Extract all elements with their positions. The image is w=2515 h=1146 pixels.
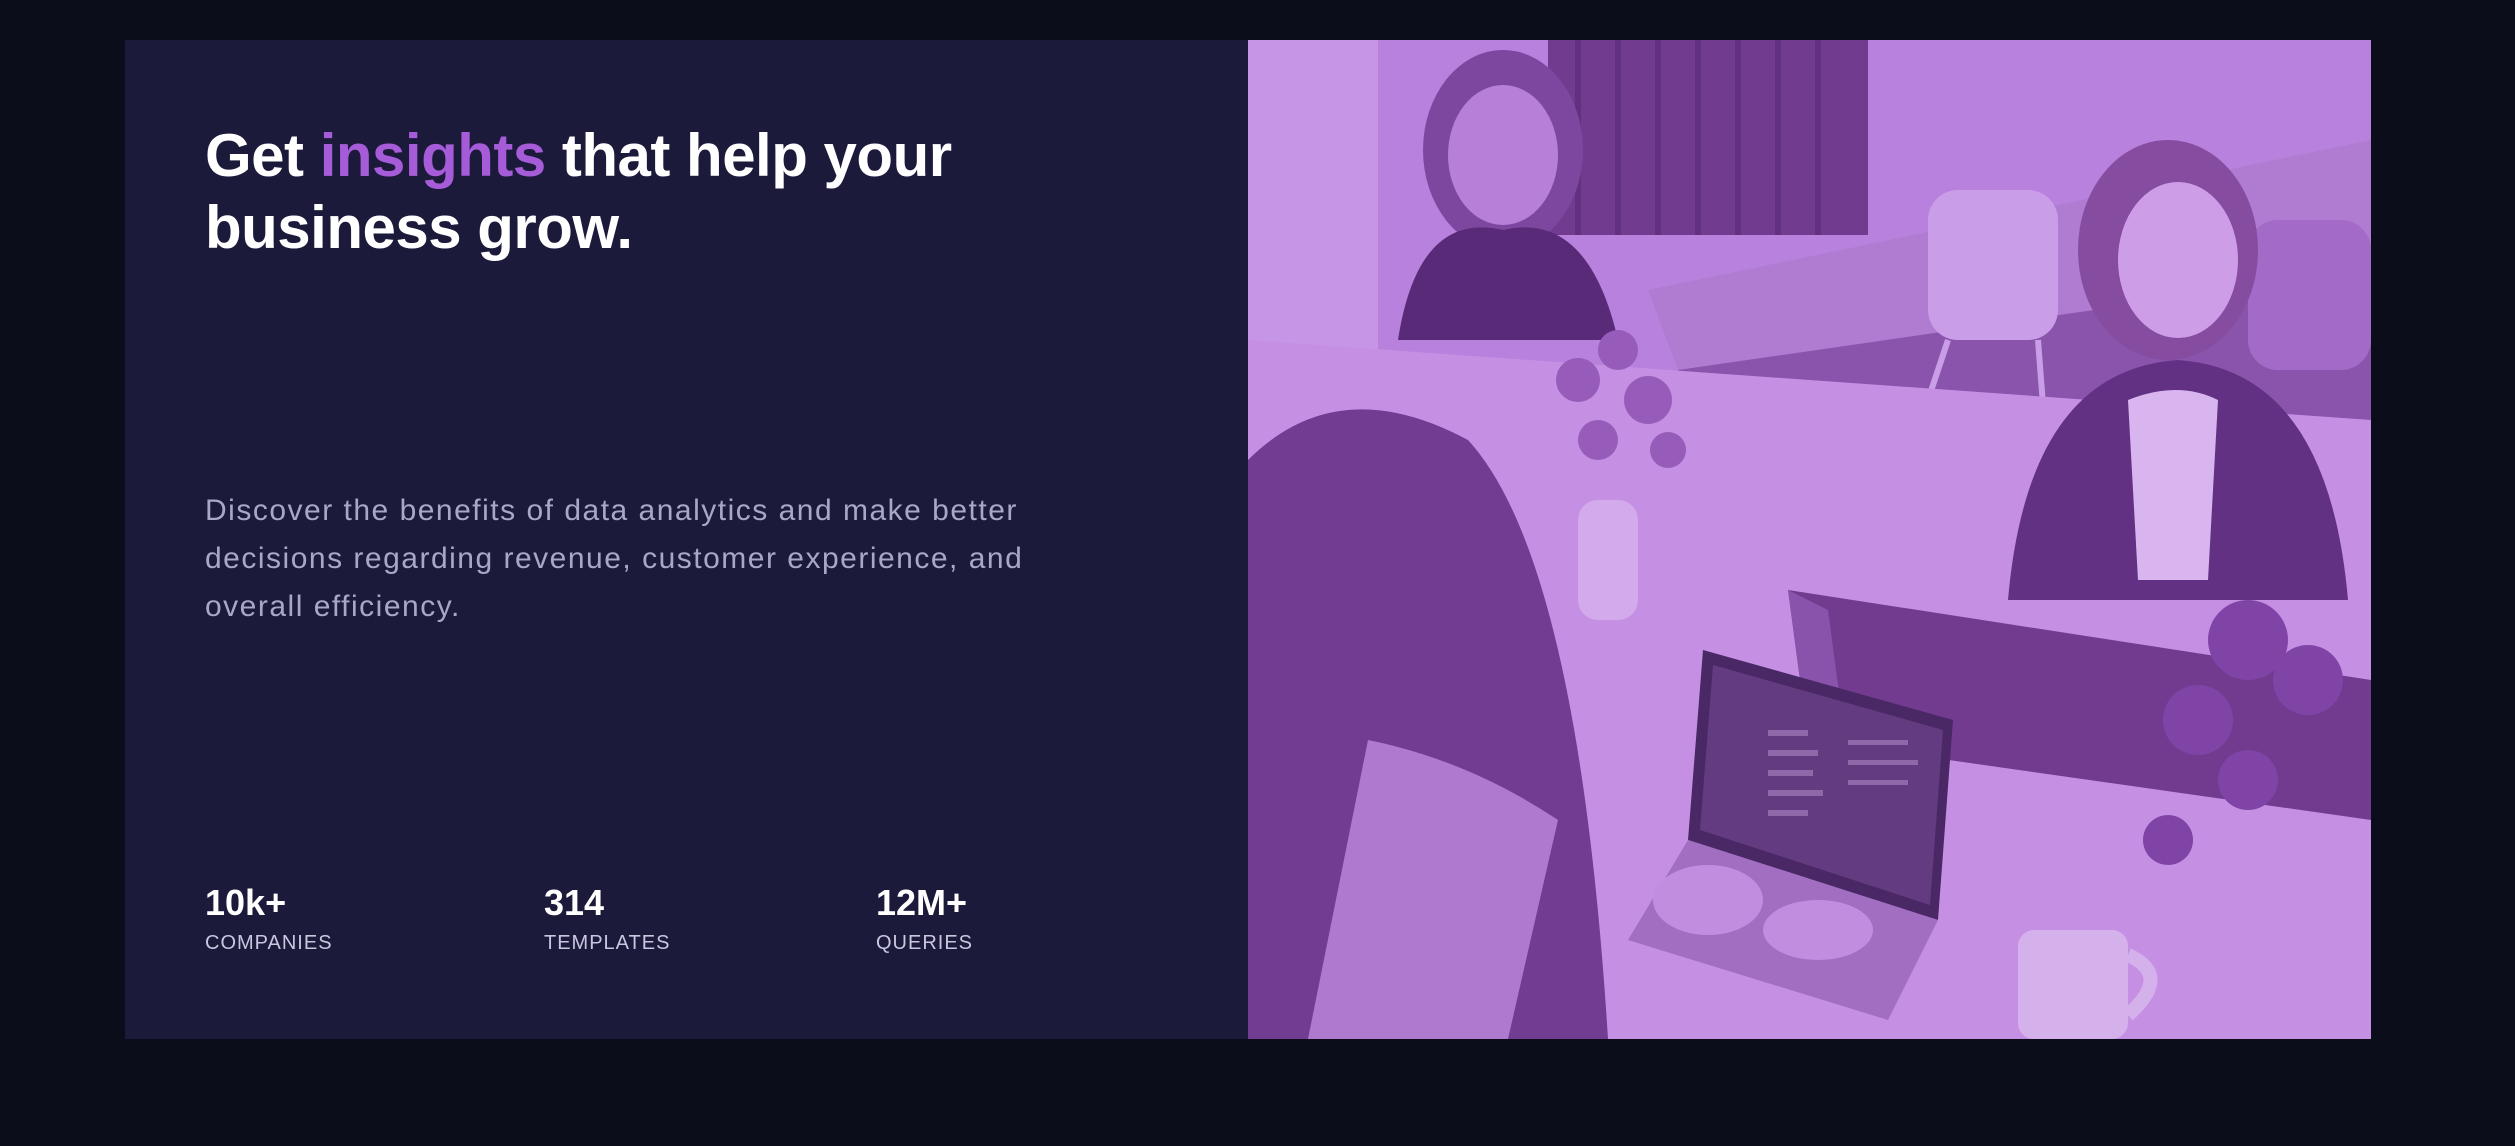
stat-label: QUERIES	[876, 932, 974, 954]
hero-text-panel: Get insights that help your business gro…	[125, 40, 1248, 1039]
stat-value: 314	[544, 882, 605, 923]
hero-headline: Get insights that help your business gro…	[205, 120, 1105, 264]
headline-accent: insights	[319, 122, 547, 189]
stat-companies: 10k+ COMPANIES	[205, 882, 333, 955]
stat-label: COMPANIES	[205, 932, 333, 954]
stat-queries: 12M+ QUERIES	[876, 882, 973, 955]
hero-image	[1248, 40, 2371, 1039]
team-photo	[1248, 40, 2371, 1039]
stat-templates: 314 TEMPLATES	[544, 882, 670, 955]
stat-value: 12M+	[876, 882, 968, 923]
hero-card: Get insights that help your business gro…	[125, 40, 2371, 1039]
stat-label: TEMPLATES	[544, 932, 671, 954]
headline-part2: that help your business grow.	[205, 122, 952, 261]
stat-value: 10k+	[205, 882, 287, 923]
hero-description: Discover the benefits of data analytics …	[205, 494, 1024, 623]
headline-part1: Get	[205, 122, 304, 189]
